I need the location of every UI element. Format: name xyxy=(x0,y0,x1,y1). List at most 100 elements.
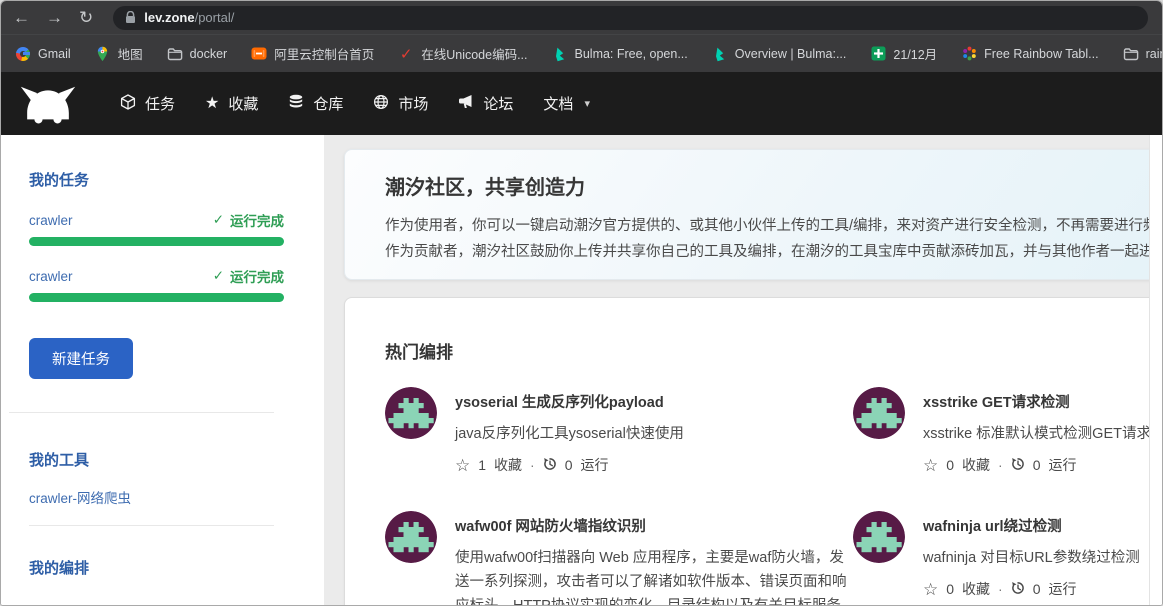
runs-label: 运行 xyxy=(1049,455,1077,475)
bookmark-aliyun[interactable]: 阿里云控制台首页 xyxy=(251,44,374,63)
star-outline-icon: ☆ xyxy=(923,581,938,598)
database-icon xyxy=(288,94,304,114)
hero-line-2: 作为贡献者，潮汐社区鼓励你上传并共享你自己的工具及编排，在潮汐的工具宝库中贡献添… xyxy=(385,239,1162,265)
my-tasks-heading: 我的任务 xyxy=(29,169,284,190)
nav-item-repository[interactable]: 仓库 xyxy=(273,72,358,135)
browser-window: ← → ↻ lev.zone/portal/ Gmail 地图 xyxy=(0,0,1163,606)
bookmark-rainbow-folder[interactable]: rainbow table xyxy=(1123,46,1163,62)
hot-item-title[interactable]: xsstrike GET请求检测 xyxy=(923,391,1151,412)
scrollbar[interactable] xyxy=(1149,135,1162,605)
hot-item-title[interactable]: wafninja url绕过检测 xyxy=(923,515,1140,536)
address-bar[interactable]: lev.zone/portal/ xyxy=(113,6,1148,30)
bookmark-label: rainbow table xyxy=(1146,47,1163,61)
favorites-count: 0 xyxy=(946,457,954,473)
my-tools-heading: 我的工具 xyxy=(29,449,284,470)
task-status-label: 运行完成 xyxy=(230,266,284,286)
favorites-count: 1 xyxy=(478,457,486,473)
bookmark-bulma-free[interactable]: Bulma: Free, open... xyxy=(552,46,688,62)
hot-arrangements-heading: 热门编排 xyxy=(385,338,1162,363)
nav-item-forum[interactable]: 论坛 xyxy=(443,72,528,135)
avatar xyxy=(385,387,437,439)
hot-item-meta: ☆ 0 收藏 · 0 运行 xyxy=(923,579,1140,599)
nav-item-label: 市场 xyxy=(398,93,428,114)
bookmark-gmail[interactable]: Gmail xyxy=(15,46,71,62)
bookmark-rainbow-tables[interactable]: Free Rainbow Tabl... xyxy=(961,46,1098,62)
nav-item-market[interactable]: 市场 xyxy=(358,72,443,135)
sidebar-divider xyxy=(29,525,274,526)
hot-item-ysoserial[interactable]: ysoserial 生成反序列化payload java反序列化工具ysoser… xyxy=(385,387,853,475)
nav-item-favorites[interactable]: ★ 收藏 xyxy=(190,72,273,135)
tool-link-crawler[interactable]: crawler-网络爬虫 xyxy=(29,487,284,507)
task-status: ✓ 运行完成 xyxy=(213,210,284,230)
hot-item-meta: ☆ 1 收藏 · 0 运行 xyxy=(455,455,684,475)
runs-label: 运行 xyxy=(581,455,609,475)
hero-line-1: 作为使用者，你可以一键启动潮汐官方提供的、或其他小伙伴上传的工具/编排，来对资产… xyxy=(385,213,1162,239)
bookmark-label: docker xyxy=(190,47,228,61)
green-cross-icon xyxy=(870,46,886,62)
nav-item-label: 仓库 xyxy=(313,93,343,114)
new-task-button[interactable]: 新建任务 xyxy=(29,338,133,379)
bookmark-label: 在线Unicode编码... xyxy=(421,44,527,63)
browser-toolbar: ← → ↻ lev.zone/portal/ xyxy=(1,1,1162,34)
red-check-icon: ✓ xyxy=(398,46,414,62)
task-status-label: 运行完成 xyxy=(230,210,284,230)
bookmark-unicode[interactable]: ✓ 在线Unicode编码... xyxy=(398,44,527,63)
task-status: ✓ 运行完成 xyxy=(213,266,284,286)
url-path: /portal/ xyxy=(195,10,235,25)
bookmark-bulma-overview[interactable]: Overview | Bulma:... xyxy=(712,46,847,62)
my-arrangements-heading: 我的编排 xyxy=(29,557,284,578)
avatar xyxy=(385,511,437,563)
hot-item-xsstrike[interactable]: xsstrike GET请求检测 xsstrike 标准默认模式检测GET请求 … xyxy=(853,387,1162,475)
forward-icon[interactable]: → xyxy=(46,9,63,26)
hot-item-title[interactable]: wafw00f 网站防火墙指纹识别 xyxy=(455,515,851,536)
megaphone-icon xyxy=(458,94,474,113)
reload-icon[interactable]: ↻ xyxy=(79,9,93,26)
bookmark-label: 地图 xyxy=(118,44,143,63)
gmail-icon xyxy=(15,46,31,62)
nav-item-docs[interactable]: 文档 ▾ xyxy=(528,72,605,135)
hero-title: 潮汐社区，共享创造力 xyxy=(385,171,1162,200)
task-row: crawler ✓ 运行完成 xyxy=(29,266,284,286)
task-link[interactable]: crawler xyxy=(29,213,73,228)
hot-item-wafw00f[interactable]: wafw00f 网站防火墙指纹识别 使用wafw00f扫描器向 Web 应用程序… xyxy=(385,511,853,605)
tide-logo[interactable] xyxy=(19,82,81,126)
google-maps-icon xyxy=(95,46,111,62)
history-icon xyxy=(1011,581,1025,598)
hero-banner: 潮汐社区，共享创造力 作为使用者，你可以一键启动潮汐官方提供的、或其他小伙伴上传… xyxy=(344,149,1162,280)
hot-item-title[interactable]: ysoserial 生成反序列化payload xyxy=(455,391,684,412)
hot-item-body: xsstrike GET请求检测 xsstrike 标准默认模式检测GET请求 … xyxy=(923,387,1151,475)
hot-item-wafninja[interactable]: wafninja url绕过检测 wafninja 对目标URL参数绕过检测 ☆… xyxy=(853,511,1162,605)
globe-icon xyxy=(373,94,389,114)
url-host: lev.zone xyxy=(144,10,194,25)
aliyun-icon xyxy=(251,46,267,62)
task-row: crawler ✓ 运行完成 xyxy=(29,210,284,230)
bookmark-label: 21/12月 xyxy=(893,44,937,63)
runs-count: 0 xyxy=(1033,581,1041,597)
hot-item-body: wafninja url绕过检测 wafninja 对目标URL参数绕过检测 ☆… xyxy=(923,511,1140,599)
star-outline-icon: ☆ xyxy=(455,457,470,474)
task-link[interactable]: crawler xyxy=(29,269,73,284)
star-outline-icon: ☆ xyxy=(923,457,938,474)
hot-item-desc: java反序列化工具ysoserial快速使用 xyxy=(455,422,684,446)
sidebar-divider xyxy=(9,412,274,413)
task-progress-bar xyxy=(29,293,284,302)
bookmark-label: 阿里云控制台首页 xyxy=(274,44,374,63)
avatar xyxy=(853,387,905,439)
bookmark-docker-folder[interactable]: docker xyxy=(167,46,228,62)
nav-item-tasks[interactable]: 任务 xyxy=(105,72,190,135)
check-icon: ✓ xyxy=(213,212,224,228)
bookmarks-bar: Gmail 地图 docker 阿里云控制台首页 ✓ xyxy=(1,34,1162,72)
back-icon[interactable]: ← xyxy=(13,9,30,26)
bookmark-maps[interactable]: 地图 xyxy=(95,44,143,63)
hot-item-meta: ☆ 0 收藏 · 0 运行 xyxy=(923,455,1151,475)
nav-item-label: 任务 xyxy=(145,93,175,114)
cube-icon xyxy=(120,94,136,114)
nav-item-label: 收藏 xyxy=(228,93,258,114)
bookmark-calendar[interactable]: 21/12月 xyxy=(870,44,937,63)
dot-separator: · xyxy=(530,457,535,473)
favorites-count: 0 xyxy=(946,581,954,597)
nav-item-label: 论坛 xyxy=(483,93,513,114)
history-icon xyxy=(1011,457,1025,474)
history-icon xyxy=(543,457,557,474)
hot-arrangements-panel: 热门编排 ysoserial 生成反序列化payload java反序列化工具y… xyxy=(344,297,1162,605)
